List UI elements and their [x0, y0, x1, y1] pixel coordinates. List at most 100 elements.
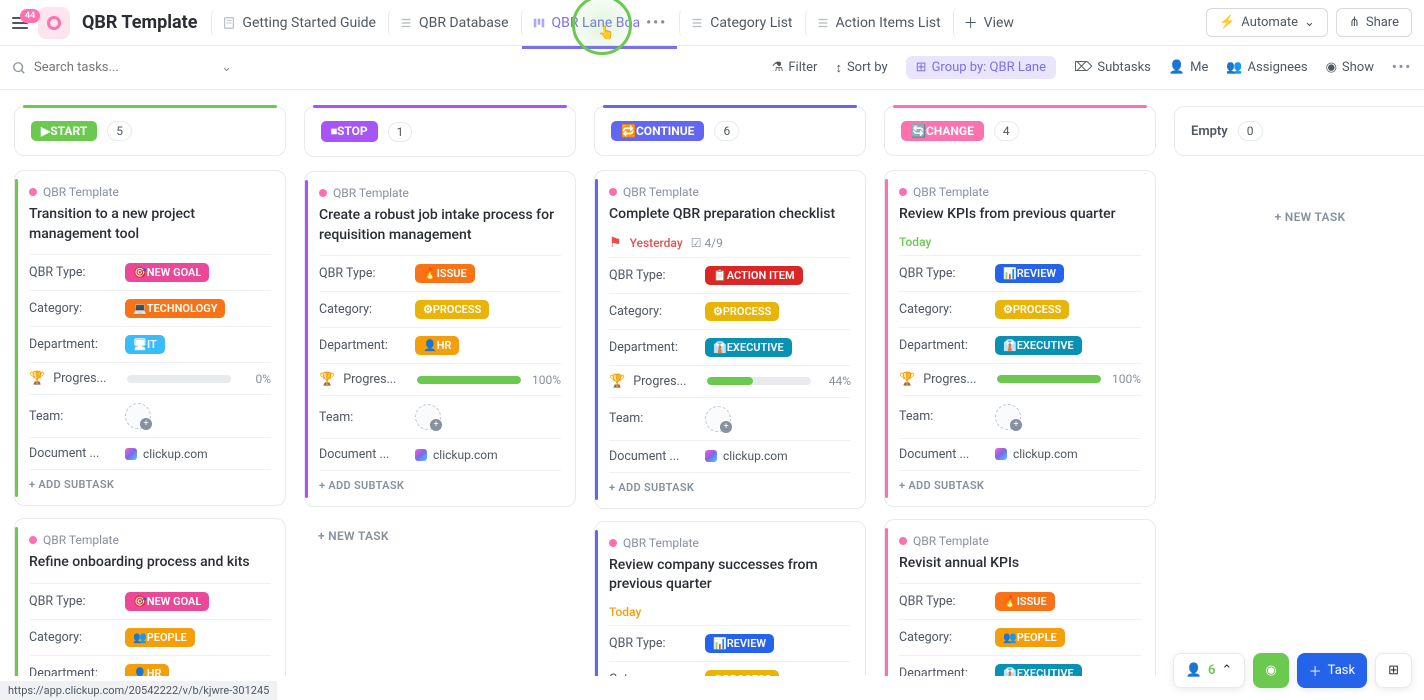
trophy-icon: 🏆	[899, 372, 915, 387]
trophy-icon: 🏆	[29, 371, 45, 386]
board-icon	[532, 16, 546, 30]
me-button[interactable]: 👤Me	[1169, 60, 1208, 75]
field-tag[interactable]: 👔EXECUTIVE	[705, 338, 792, 357]
add-subtask-button[interactable]: + ADD SUBTASK	[319, 470, 561, 492]
task-card[interactable]: QBR TemplateRefine onboarding process an…	[14, 518, 286, 676]
search-box[interactable]: ⌄	[12, 60, 232, 75]
field-tag[interactable]: 📊REVIEW	[705, 634, 774, 653]
add-assignee-button[interactable]	[995, 404, 1021, 430]
tab-category-list[interactable]: Category List	[679, 9, 802, 37]
status-dot	[609, 539, 617, 547]
field-row: Department:👤HR	[29, 655, 271, 676]
field-tag[interactable]: ⚙PROCESS	[995, 300, 1069, 319]
field-tag[interactable]: 👥PEOPLE	[995, 628, 1065, 647]
field-tag[interactable]: 👔EXECUTIVE	[995, 664, 1082, 676]
field-row: QBR Type:🔥ISSUE	[899, 583, 1141, 619]
checklist-count: ☑ 4/9	[691, 236, 723, 250]
sort-button[interactable]: ↕Sort by	[835, 60, 887, 76]
lane-header-start[interactable]: ▶START5	[14, 106, 286, 156]
field-tag[interactable]: 👤HR	[415, 336, 459, 355]
field-tag[interactable]: 👤HR	[125, 664, 169, 676]
new-task-button[interactable]: + NEW TASK	[304, 519, 576, 553]
add-assignee-button[interactable]	[415, 404, 441, 430]
tab-action-items[interactable]: Action Items List	[805, 9, 951, 37]
lane-header-empty[interactable]: Empty0	[1174, 106, 1424, 156]
field-tag[interactable]: ⚙PROCESS	[705, 670, 779, 676]
field-tag[interactable]: 🎯NEW GOAL	[125, 263, 209, 282]
field-tag[interactable]: 🔥ISSUE	[995, 592, 1055, 611]
plus-icon: ＋	[1309, 661, 1322, 680]
field-tag[interactable]: 🖥IT	[125, 335, 165, 354]
lane-header-stop[interactable]: ⏹STOP1	[304, 106, 576, 157]
lane-label: 🔁CONTINUE	[611, 121, 704, 141]
field-tag[interactable]: 💻TECHNOLOGY	[125, 299, 225, 318]
chevron-down-icon[interactable]: ⌄	[221, 60, 232, 75]
progress-bar	[417, 376, 521, 384]
field-tag[interactable]: 📋ACTION ITEM	[705, 266, 803, 285]
field-row: Category:⚙PROCESS	[899, 291, 1141, 327]
task-card[interactable]: QBR TemplateReview KPIs from previous qu…	[884, 170, 1156, 507]
add-assignee-button[interactable]	[705, 406, 731, 432]
add-subtask-button[interactable]: + ADD SUBTASK	[609, 472, 851, 494]
progress-row: 🏆Progres...100%	[319, 363, 561, 395]
filter-button[interactable]: ⚗Filter	[772, 60, 818, 75]
add-subtask-button[interactable]: + ADD SUBTASK	[29, 469, 271, 491]
page-title: QBR Template	[82, 12, 197, 33]
field-label: Document ...	[29, 446, 125, 461]
field-tag[interactable]: 👥PEOPLE	[125, 628, 195, 647]
field-tag[interactable]: 🔥ISSUE	[415, 264, 475, 283]
doc-link[interactable]: clickup.com	[125, 447, 208, 461]
field-row: QBR Type:🎯NEW GOAL	[29, 254, 271, 290]
field-tag[interactable]: 📊REVIEW	[995, 264, 1064, 283]
field-row: Category:⚙PROCESS	[609, 293, 851, 329]
task-card[interactable]: QBR TemplateCreate a robust job intake p…	[304, 171, 576, 507]
lane-header-continue[interactable]: 🔁CONTINUE6	[594, 106, 866, 156]
field-label: QBR Type:	[899, 594, 995, 609]
lane-header-change[interactable]: 🔄CHANGE4	[884, 106, 1156, 156]
assignees-button[interactable]: 👥Assignees	[1226, 60, 1307, 75]
search-input[interactable]	[34, 60, 213, 75]
subtasks-button[interactable]: ⌦Subtasks	[1074, 60, 1151, 75]
add-subtask-button[interactable]: + ADD SUBTASK	[899, 470, 1141, 492]
float-count-button[interactable]: 👤6⌃	[1173, 653, 1246, 688]
new-task-button[interactable]: + NEW TASK	[1174, 170, 1424, 234]
share-button[interactable]: ⋔ Share	[1336, 8, 1412, 37]
flag-icon: ⚑	[609, 235, 622, 251]
field-tag[interactable]: 🎯NEW GOAL	[125, 592, 209, 611]
add-view-button[interactable]: ＋ View	[953, 7, 1024, 39]
float-task-button[interactable]: ＋Task	[1297, 653, 1367, 688]
doc-link[interactable]: clickup.com	[415, 448, 498, 462]
card-title: Transition to a new project management t…	[29, 205, 271, 244]
add-assignee-button[interactable]	[125, 403, 151, 429]
tab-getting-started[interactable]: Getting Started Guide	[211, 9, 386, 37]
float-record-button[interactable]: ◉	[1253, 653, 1288, 688]
tab-more-icon[interactable]: •••	[646, 15, 667, 31]
field-tag[interactable]: 👔EXECUTIVE	[995, 336, 1082, 355]
doc-link[interactable]: clickup.com	[995, 447, 1078, 461]
field-tag[interactable]: ⚙PROCESS	[415, 300, 489, 319]
automate-button[interactable]: ⚡ Automate ⌄	[1206, 8, 1328, 37]
tab-qbr-database[interactable]: QBR Database	[388, 9, 519, 37]
task-card[interactable]: QBR TemplateReview company successes fro…	[594, 521, 866, 676]
progress-bar	[127, 375, 231, 383]
record-icon: ◉	[1265, 663, 1276, 678]
tab-label: QBR Lane Boa	[552, 15, 641, 31]
field-label: Category:	[609, 304, 705, 319]
group-by-pill[interactable]: ⊞Group by: QBR Lane	[906, 56, 1056, 79]
float-apps-button[interactable]: ⊞	[1375, 653, 1412, 688]
field-label: Team:	[319, 410, 415, 425]
card-breadcrumb: QBR Template	[29, 185, 271, 199]
task-card[interactable]: QBR TemplateRevisit annual KPIsQBR Type:…	[884, 519, 1156, 676]
workspace-logo[interactable]	[38, 7, 70, 39]
show-button[interactable]: ◉Show	[1326, 60, 1374, 75]
apps-icon: ⊞	[1388, 663, 1399, 678]
field-tag[interactable]: ⚙PROCESS	[705, 302, 779, 321]
field-row: QBR Type:🎯NEW GOAL	[29, 583, 271, 619]
task-card[interactable]: QBR TemplateComplete QBR preparation che…	[594, 170, 866, 509]
task-card[interactable]: QBR Template Transition to a new project …	[14, 170, 286, 506]
doc-link[interactable]: clickup.com	[705, 449, 788, 463]
team-row: Team:	[29, 394, 271, 437]
more-icon[interactable]: •••	[1392, 60, 1412, 75]
document-row: Document ...clickup.com	[319, 438, 561, 470]
hamburger-menu[interactable]: 44	[12, 17, 28, 29]
